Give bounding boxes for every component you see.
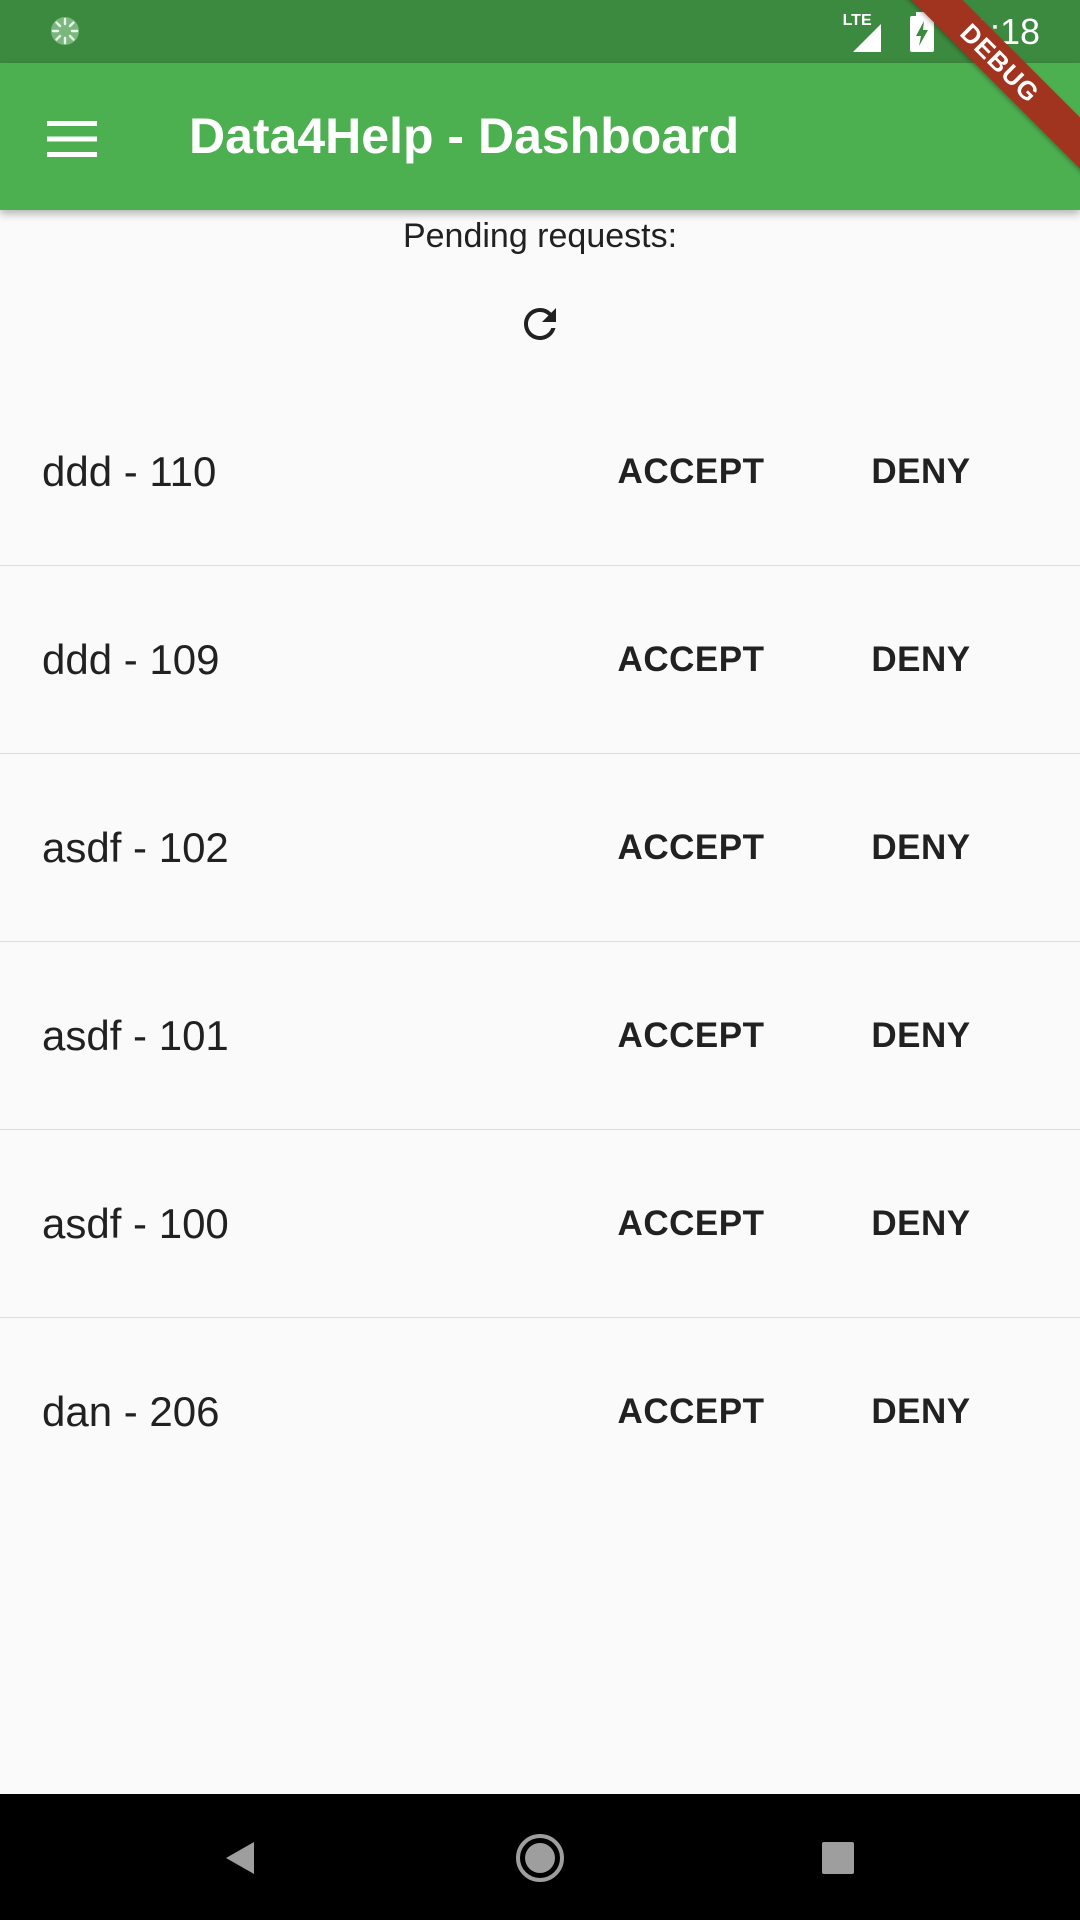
app-bar: Data4Help - Dashboard [0,63,1080,210]
request-label: dan - 206 [42,1388,220,1435]
menu-icon [47,121,97,157]
request-row: asdf - 101 ACCEPT DENY [0,942,1080,1130]
request-row: dan - 206 ACCEPT DENY [0,1318,1080,1506]
request-label: ddd - 109 [42,636,220,683]
deny-button[interactable]: DENY [845,804,997,892]
recents-icon [822,1842,854,1874]
home-button[interactable] [498,1816,582,1900]
navigation-bar [0,1794,1080,1920]
deny-button[interactable]: DENY [845,1180,997,1268]
request-row: asdf - 102 ACCEPT DENY [0,754,1080,942]
accept-button[interactable]: ACCEPT [600,428,782,516]
home-icon [516,1834,564,1882]
dashboard-content: Pending requests: ddd - 110 ACCEPT DENY … [0,210,1080,1794]
request-row: ddd - 110 ACCEPT DENY [0,378,1080,566]
back-icon [226,1842,254,1874]
accept-button[interactable]: ACCEPT [600,1368,782,1456]
deny-button[interactable]: DENY [845,428,997,516]
deny-button[interactable]: DENY [845,992,997,1080]
request-row: asdf - 100 ACCEPT DENY [0,1130,1080,1318]
pending-requests-heading: Pending requests: [402,217,678,255]
accept-button[interactable]: ACCEPT [600,992,782,1080]
menu-button[interactable] [24,91,120,187]
signal-icon: LTE [843,12,891,52]
request-row: ddd - 109 ACCEPT DENY [0,566,1080,754]
request-label: asdf - 100 [42,1200,229,1247]
accept-button[interactable]: ACCEPT [600,616,782,704]
deny-button[interactable]: DENY [845,1368,997,1456]
accept-button[interactable]: ACCEPT [600,804,782,892]
refresh-button[interactable] [502,286,578,362]
accept-button[interactable]: ACCEPT [600,1180,782,1268]
refresh-icon [524,308,556,340]
request-list: ddd - 110 ACCEPT DENY ddd - 109 ACCEPT D… [0,378,1080,1506]
request-label: asdf - 101 [42,1012,229,1059]
loading-spinner-icon [51,17,79,45]
back-button[interactable] [198,1816,282,1900]
request-label: asdf - 102 [42,824,229,871]
recents-button[interactable] [796,1816,880,1900]
deny-button[interactable]: DENY [845,616,997,704]
screen: LTE 11:18 Data4Help - Dashboard DEBUG Pe… [0,0,1080,1920]
status-bar: LTE 11:18 [0,0,1080,63]
request-label: ddd - 110 [42,448,217,495]
page-title: Data4Help - Dashboard [189,108,740,164]
